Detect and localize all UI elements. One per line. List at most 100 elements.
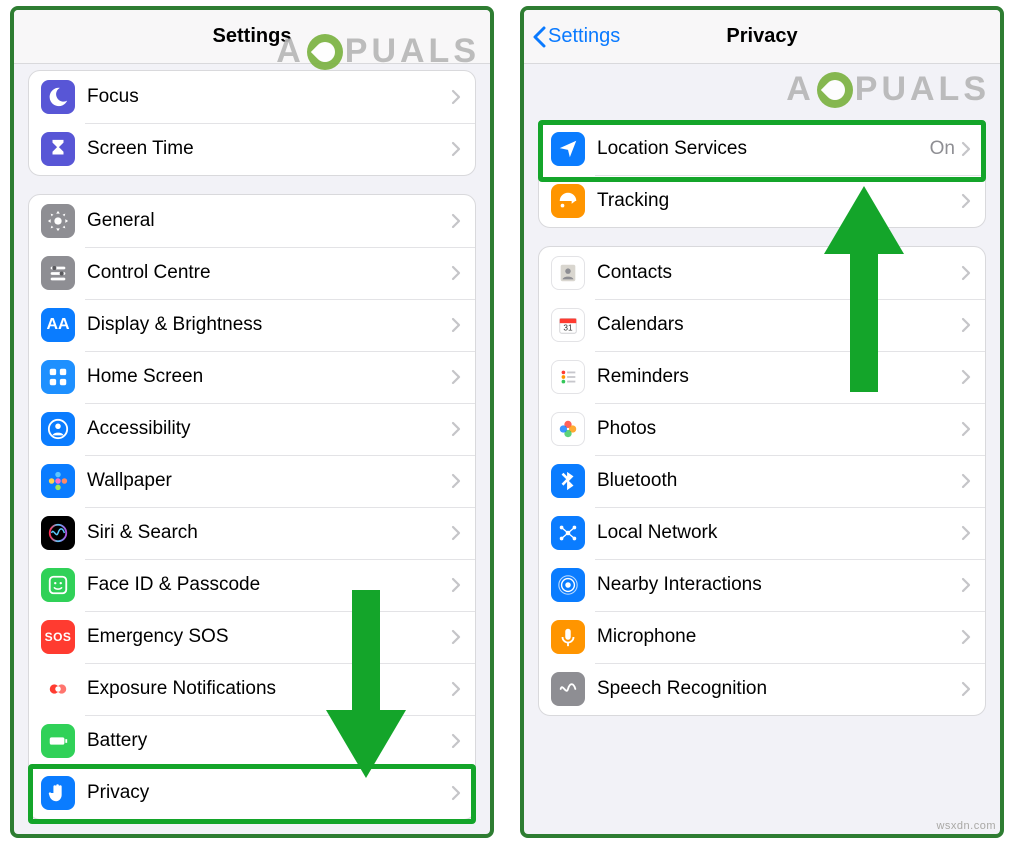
row-screen-time[interactable]: Screen Time — [29, 123, 475, 175]
chevron-right-icon — [451, 525, 461, 541]
battery-label: Battery — [87, 730, 451, 752]
speech-recognition-label: Speech Recognition — [597, 678, 961, 700]
row-reminders[interactable]: Reminders — [539, 351, 985, 403]
chevron-right-icon — [451, 213, 461, 229]
chevron-right-icon — [961, 473, 971, 489]
wallpaper-label: Wallpaper — [87, 470, 451, 492]
chevron-right-icon — [451, 265, 461, 281]
general-label: General — [87, 210, 451, 232]
settings-screen: Settings Focus Screen Time General Control… — [10, 6, 494, 838]
photos-label: Photos — [597, 418, 961, 440]
chevron-right-icon — [451, 733, 461, 749]
row-contacts[interactable]: Contacts — [539, 247, 985, 299]
chevron-right-icon — [451, 317, 461, 333]
chevron-right-icon — [451, 369, 461, 385]
image-credit: wsxdn.com — [936, 820, 996, 832]
reminders-label: Reminders — [597, 366, 961, 388]
siri-search-label: Siri & Search — [87, 522, 451, 544]
navbar: Settings — [14, 10, 490, 64]
row-calendars[interactable]: 31 Calendars — [539, 299, 985, 351]
privacy-group-data: Contacts 31 Calendars Reminders Photos Blueto… — [538, 246, 986, 716]
row-emergency-sos[interactable]: SOSEmergency SOS — [29, 611, 475, 663]
display-brightness-icon: AA — [41, 308, 75, 342]
accessibility-icon — [41, 412, 75, 446]
row-microphone[interactable]: Microphone — [539, 611, 985, 663]
row-speech-recognition[interactable]: Speech Recognition — [539, 663, 985, 715]
row-location-services[interactable]: Location ServicesOn — [539, 123, 985, 175]
local-network-icon — [551, 516, 585, 550]
privacy-scroll[interactable]: Location ServicesOnTracking Contacts 31 Ca… — [524, 64, 1000, 834]
microphone-icon — [551, 620, 585, 654]
row-accessibility[interactable]: Accessibility — [29, 403, 475, 455]
chevron-right-icon — [961, 369, 971, 385]
faceid-passcode-icon — [41, 568, 75, 602]
row-privacy[interactable]: Privacy — [29, 767, 475, 819]
bluetooth-icon — [551, 464, 585, 498]
exposure-notif-label: Exposure Notifications — [87, 678, 451, 700]
row-local-network[interactable]: Local Network — [539, 507, 985, 559]
row-focus[interactable]: Focus — [29, 71, 475, 123]
page-title: Privacy — [726, 25, 797, 48]
row-wallpaper[interactable]: Wallpaper — [29, 455, 475, 507]
accessibility-label: Accessibility — [87, 418, 451, 440]
settings-scroll[interactable]: Focus Screen Time General Control Centre AA… — [14, 64, 490, 834]
calendars-label: Calendars — [597, 314, 961, 336]
row-siri-search[interactable]: Siri & Search — [29, 507, 475, 559]
chevron-right-icon — [451, 785, 461, 801]
control-centre-label: Control Centre — [87, 262, 451, 284]
privacy-group-location: Location ServicesOnTracking — [538, 122, 986, 228]
row-control-centre[interactable]: Control Centre — [29, 247, 475, 299]
local-network-label: Local Network — [597, 522, 961, 544]
row-battery[interactable]: Battery — [29, 715, 475, 767]
chevron-right-icon — [961, 265, 971, 281]
back-button[interactable]: Settings — [532, 10, 620, 63]
chevron-right-icon — [451, 473, 461, 489]
row-home-screen[interactable]: Home Screen — [29, 351, 475, 403]
chevron-right-icon — [961, 629, 971, 645]
row-faceid-passcode[interactable]: Face ID & Passcode — [29, 559, 475, 611]
svg-text:31: 31 — [563, 324, 573, 333]
row-nearby-interactions[interactable]: Nearby Interactions — [539, 559, 985, 611]
chevron-right-icon — [961, 681, 971, 697]
privacy-icon — [41, 776, 75, 810]
contacts-label: Contacts — [597, 262, 961, 284]
settings-group-focus: Focus Screen Time — [28, 70, 476, 176]
siri-search-icon — [41, 516, 75, 550]
calendars-icon: 31 — [551, 308, 585, 342]
chevron-right-icon — [961, 577, 971, 593]
row-exposure-notif[interactable]: Exposure Notifications — [29, 663, 475, 715]
row-tracking[interactable]: Tracking — [539, 175, 985, 227]
screen-time-label: Screen Time — [87, 138, 451, 160]
row-general[interactable]: General — [29, 195, 475, 247]
row-bluetooth[interactable]: Bluetooth — [539, 455, 985, 507]
contacts-icon — [551, 256, 585, 290]
control-centre-icon — [41, 256, 75, 290]
photos-icon — [551, 412, 585, 446]
row-photos[interactable]: Photos — [539, 403, 985, 455]
location-services-icon — [551, 132, 585, 166]
home-screen-label: Home Screen — [87, 366, 451, 388]
privacy-label: Privacy — [87, 782, 451, 804]
chevron-right-icon — [451, 629, 461, 645]
focus-label: Focus — [87, 86, 451, 108]
focus-icon — [41, 80, 75, 114]
battery-icon — [41, 724, 75, 758]
general-icon — [41, 204, 75, 238]
speech-recognition-icon — [551, 672, 585, 706]
reminders-icon — [551, 360, 585, 394]
location-services-value: On — [930, 138, 955, 160]
chevron-right-icon — [961, 421, 971, 437]
chevron-right-icon — [451, 681, 461, 697]
nearby-interactions-label: Nearby Interactions — [597, 574, 961, 596]
wallpaper-icon — [41, 464, 75, 498]
chevron-right-icon — [451, 141, 461, 157]
navbar: Settings Privacy — [524, 10, 1000, 64]
chevron-right-icon — [451, 577, 461, 593]
chevron-right-icon — [961, 525, 971, 541]
chevron-right-icon — [451, 421, 461, 437]
emergency-sos-icon: SOS — [41, 620, 75, 654]
tracking-icon — [551, 184, 585, 218]
exposure-notif-icon — [41, 672, 75, 706]
chevron-right-icon — [961, 141, 971, 157]
row-display-brightness[interactable]: AADisplay & Brightness — [29, 299, 475, 351]
